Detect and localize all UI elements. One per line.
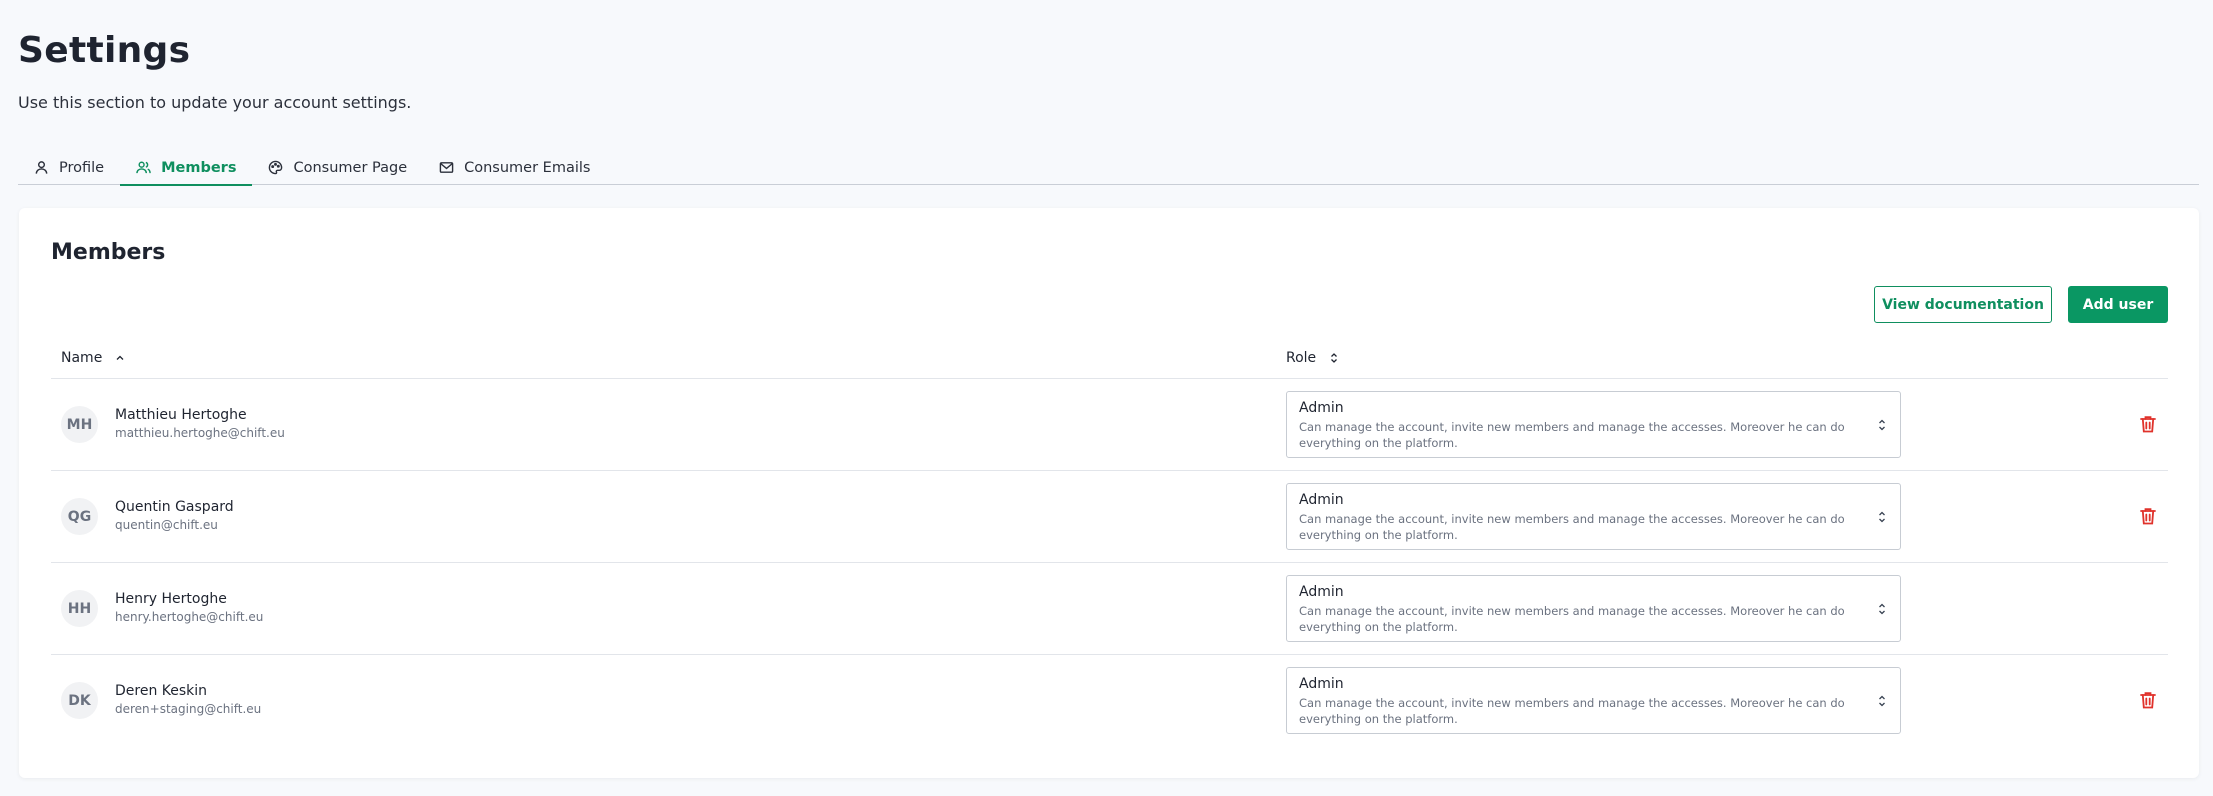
member-email: matthieu.hertoghe@chift.eu bbox=[115, 426, 285, 440]
role-value: Admin bbox=[1299, 400, 1344, 416]
sort-icon bbox=[1331, 353, 1338, 363]
role-description: Can manage the account, invite new membe… bbox=[1299, 512, 1845, 542]
role-description: Can manage the account, invite new membe… bbox=[1299, 420, 1845, 450]
role-value: Admin bbox=[1299, 492, 1344, 508]
delete-member-button[interactable] bbox=[2137, 413, 2159, 435]
member-row: DK Deren Keskin deren+staging@chift.eu A… bbox=[51, 655, 2168, 747]
chevron-up-down-icon bbox=[1879, 419, 1885, 431]
column-label: Name bbox=[61, 350, 103, 366]
role-select[interactable]: Admin Can manage the account, invite new… bbox=[1286, 667, 1901, 734]
chevron-up-down-icon bbox=[1879, 603, 1885, 615]
role-value: Admin bbox=[1299, 584, 1344, 600]
palette-icon bbox=[269, 160, 283, 175]
role-column-header[interactable]: Role bbox=[1286, 350, 1340, 366]
view-documentation-button[interactable]: View documentation bbox=[1874, 286, 2052, 323]
settings-tabs: Profile Members Consumer Page Consumer E… bbox=[18, 150, 2199, 186]
avatar: MH bbox=[61, 406, 98, 443]
add-user-button[interactable]: Add user bbox=[2068, 286, 2168, 323]
tab-profile[interactable]: Profile bbox=[18, 150, 120, 185]
page-title: Settings bbox=[18, 30, 191, 71]
role-select[interactable]: Admin Can manage the account, invite new… bbox=[1286, 483, 1901, 550]
delete-member-button[interactable] bbox=[2137, 689, 2159, 711]
tab-label: Profile bbox=[59, 159, 105, 176]
role-value: Admin bbox=[1299, 676, 1344, 692]
tab-consumer-page[interactable]: Consumer Page bbox=[252, 150, 423, 185]
role-select[interactable]: Admin Can manage the account, invite new… bbox=[1286, 575, 1901, 642]
member-name: Henry Hertoghe bbox=[115, 591, 227, 607]
delete-member-button[interactable] bbox=[2137, 505, 2159, 527]
tab-label: Consumer Emails bbox=[464, 159, 591, 176]
member-email: quentin@chift.eu bbox=[115, 518, 218, 532]
user-icon bbox=[35, 161, 48, 174]
member-name: Deren Keskin bbox=[115, 683, 208, 699]
members-title: Members bbox=[51, 240, 166, 265]
member-name: Quentin Gaspard bbox=[115, 499, 234, 515]
users-icon bbox=[136, 161, 151, 174]
tab-label: Consumer Page bbox=[293, 159, 408, 176]
member-row: MH Matthieu Hertoghe matthieu.hertoghe@c… bbox=[51, 379, 2168, 471]
chevron-up-down-icon bbox=[1879, 695, 1885, 707]
tab-consumer-emails[interactable]: Consumer Emails bbox=[423, 150, 606, 185]
member-name: Matthieu Hertoghe bbox=[115, 407, 247, 423]
avatar: HH bbox=[61, 590, 98, 627]
avatar: DK bbox=[61, 682, 98, 719]
sort-ascending-icon bbox=[116, 355, 124, 360]
role-select[interactable]: Admin Can manage the account, invite new… bbox=[1286, 391, 1901, 458]
tab-label: Members bbox=[161, 159, 237, 176]
page-subtitle: Use this section to update your account … bbox=[18, 93, 412, 112]
trash-icon bbox=[2140, 692, 2156, 709]
chevron-up-down-icon bbox=[1879, 511, 1885, 523]
member-row: QG Quentin Gaspard quentin@chift.eu Admi… bbox=[51, 471, 2168, 563]
avatar: QG bbox=[61, 498, 98, 535]
trash-icon bbox=[2140, 416, 2156, 433]
member-email: deren+staging@chift.eu bbox=[115, 702, 262, 716]
column-label: Role bbox=[1286, 350, 1317, 366]
role-description: Can manage the account, invite new membe… bbox=[1299, 696, 1845, 726]
trash-icon bbox=[2140, 508, 2156, 525]
member-row: HH Henry Hertoghe henry.hertoghe@chift.e… bbox=[51, 563, 2168, 655]
mail-icon bbox=[439, 162, 454, 173]
name-column-header[interactable]: Name bbox=[61, 350, 126, 366]
member-email: henry.hertoghe@chift.eu bbox=[115, 610, 264, 624]
role-description: Can manage the account, invite new membe… bbox=[1299, 604, 1845, 634]
members-card: Members View documentation Add user Name… bbox=[19, 208, 2199, 778]
tab-members[interactable]: Members bbox=[120, 150, 253, 186]
